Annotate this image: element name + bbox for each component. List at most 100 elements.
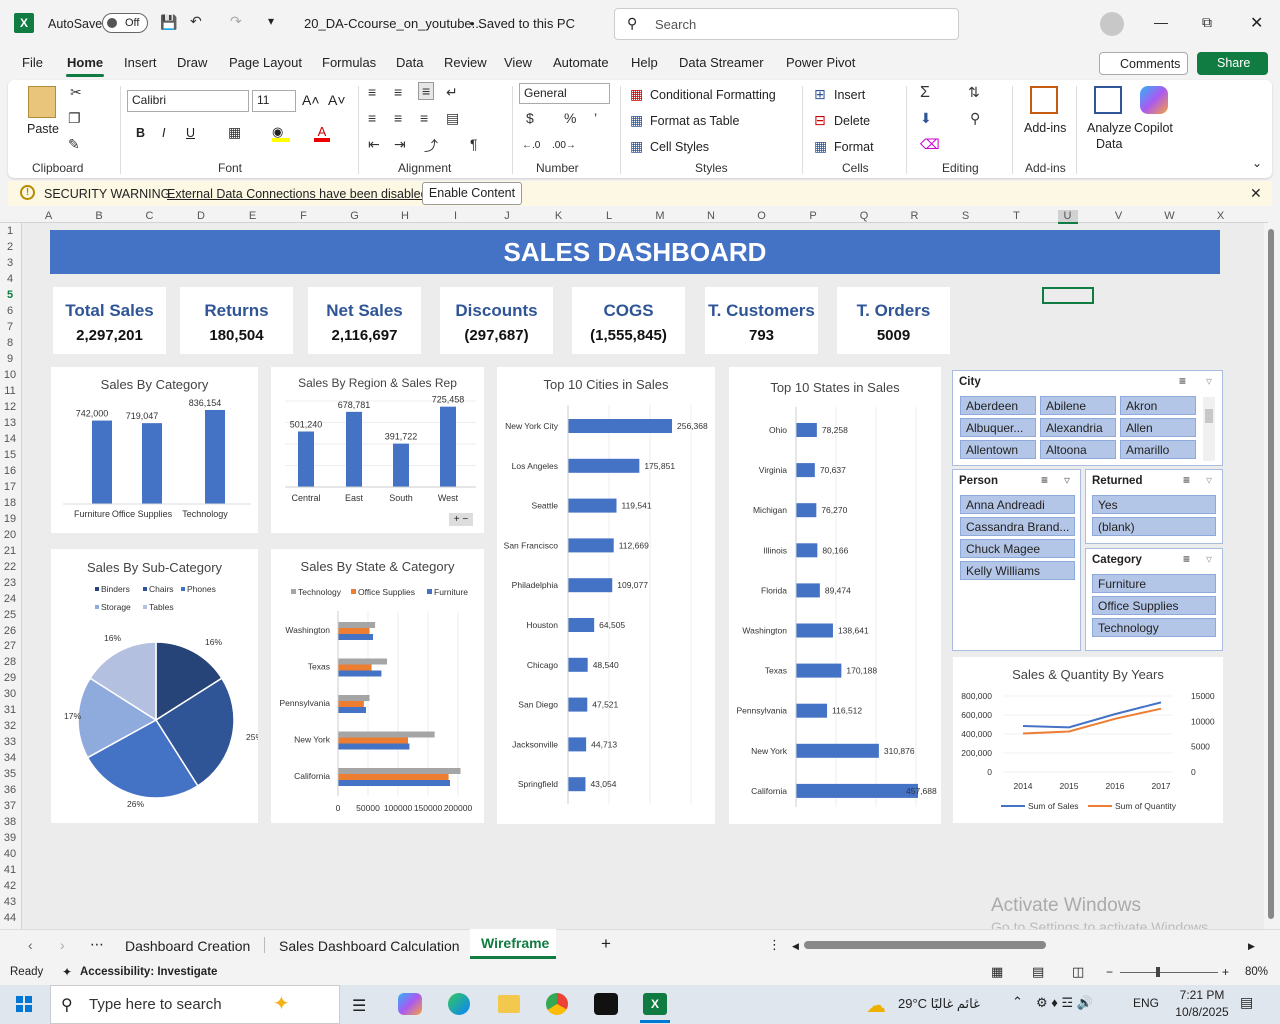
chart-sales-by-region[interactable]: Sales By Region & Sales Rep 501,240 Centr…	[271, 367, 484, 533]
text-direction-icon[interactable]: ¶	[470, 136, 478, 152]
row-header[interactable]: 11	[0, 385, 20, 397]
add-ins-button[interactable]: Add-ins	[1024, 121, 1066, 135]
accessibility-status[interactable]: Accessibility: Investigate	[80, 966, 217, 978]
font-size-select[interactable]: 11	[252, 90, 296, 112]
column-header[interactable]: J	[497, 210, 517, 222]
row-header[interactable]: 12	[0, 401, 20, 413]
align-bottom-icon[interactable]: ≡	[418, 82, 435, 100]
autosave-toggle[interactable]: Off	[102, 13, 148, 33]
paste-icon[interactable]	[28, 86, 56, 118]
menu-file[interactable]: File	[22, 55, 43, 70]
menu-data[interactable]: Data	[396, 55, 423, 70]
slicer-item-person[interactable]: Anna Andreadi	[960, 495, 1075, 514]
format-cells-icon[interactable]: ▦	[814, 138, 827, 155]
row-header[interactable]: 7	[0, 321, 20, 333]
underline-button[interactable]: U	[186, 126, 195, 140]
row-header[interactable]: 37	[0, 800, 20, 812]
row-header[interactable]: 23	[0, 577, 20, 589]
row-header[interactable]: 8	[0, 337, 20, 349]
align-center-icon[interactable]: ≡	[394, 110, 402, 126]
paste-label[interactable]: Paste	[27, 122, 59, 136]
row-header[interactable]: 42	[0, 880, 20, 892]
enable-content-button[interactable]: Enable Content	[422, 182, 522, 205]
slicer-item-city[interactable]: Amarillo	[1120, 440, 1196, 459]
taskbar-search[interactable]: ⚲ Type here to search ✦	[50, 985, 340, 1024]
windows-start-icon[interactable]	[16, 996, 32, 1012]
borders-icon[interactable]: ▦	[228, 124, 241, 141]
excel-taskbar-icon[interactable]: X	[643, 993, 667, 1015]
column-header[interactable]: N	[701, 210, 721, 222]
show-hidden-icons[interactable]: ⌃	[1012, 994, 1023, 1010]
slicer-category[interactable]: Category ≡ ▿ Furniture Office Supplies Tec…	[1085, 548, 1223, 651]
multi-select-icon[interactable]: ≡	[1183, 473, 1190, 487]
file-explorer-icon[interactable]	[498, 995, 520, 1013]
chart-sales-quantity-years[interactable]: Sales & Quantity By Years 800,000 600,000…	[953, 657, 1223, 823]
row-header[interactable]: 20	[0, 529, 20, 541]
chart-sales-by-subcategory[interactable]: Sales By Sub-Category Binders Chairs Phone…	[51, 549, 258, 823]
zoom-out-icon[interactable]: −	[1106, 965, 1113, 979]
edge-icon[interactable]	[448, 993, 470, 1015]
comments-button[interactable]: Comments	[1099, 52, 1188, 75]
more-sheets-icon[interactable]: ⋯	[90, 936, 104, 953]
multi-select-icon[interactable]: ≡	[1041, 473, 1048, 487]
merge-center-icon[interactable]: ▤	[446, 110, 459, 127]
menu-draw[interactable]: Draw	[177, 55, 207, 70]
menu-power-pivot[interactable]: Power Pivot	[786, 55, 855, 70]
column-header[interactable]: T	[1007, 210, 1027, 222]
slicer-item-person[interactable]: Cassandra Brand...	[960, 517, 1075, 536]
conditional-formatting-button[interactable]: Conditional Formatting	[650, 88, 776, 102]
add-sheet-icon[interactable]: +	[601, 934, 611, 954]
clock-time[interactable]: 7:21 PM	[1174, 988, 1230, 1002]
clock-date[interactable]: 10/8/2025	[1170, 1005, 1234, 1019]
slicer-item-city[interactable]: Abilene	[1040, 396, 1116, 415]
clear-icon[interactable]: ⌫	[920, 136, 940, 153]
clear-filter-icon[interactable]: ▿	[1206, 374, 1212, 388]
scroll-right-icon[interactable]: ▶	[1248, 941, 1255, 952]
decrease-font-icon[interactable]: A˅	[328, 92, 346, 108]
row-header[interactable]: 34	[0, 752, 20, 764]
copilot-icon[interactable]	[1140, 86, 1168, 114]
conditional-formatting-icon[interactable]: ▦	[630, 86, 643, 103]
format-table-icon[interactable]: ▦	[630, 112, 643, 129]
row-header[interactable]: 44	[0, 912, 20, 924]
row-header[interactable]: 15	[0, 449, 20, 461]
row-header[interactable]: 21	[0, 545, 20, 557]
column-header[interactable]: H	[395, 210, 415, 222]
menu-data-streamer[interactable]: Data Streamer	[679, 55, 764, 70]
number-format-select[interactable]: General	[519, 83, 610, 104]
normal-view-icon[interactable]: ▦	[991, 964, 1003, 980]
avatar[interactable]	[1100, 12, 1124, 36]
insert-cells-icon[interactable]: ⊞	[814, 86, 826, 103]
slicer-item-category[interactable]: Office Supplies	[1092, 596, 1216, 615]
copy-icon[interactable]: ❐	[68, 110, 81, 127]
column-header[interactable]: F	[294, 210, 314, 222]
row-header[interactable]: 41	[0, 864, 20, 876]
slicer-city[interactable]: City ≡ ▿ Aberdeen Abilene Akron Albuquer...…	[952, 370, 1223, 466]
column-header[interactable]: P	[803, 210, 823, 222]
weather-text[interactable]: 29°C غائم غالبًا	[898, 996, 980, 1012]
save-icon[interactable]: 💾	[160, 14, 177, 31]
tab-wireframe-label[interactable]: Wireframe	[481, 935, 549, 951]
slicer-item-category[interactable]: Furniture	[1092, 574, 1216, 593]
chart-top-cities[interactable]: Top 10 Cities in Sales 256,368 New York C…	[497, 367, 715, 824]
clear-filter-icon[interactable]: ▿	[1206, 473, 1212, 487]
column-header[interactable]: R	[905, 210, 925, 222]
security-warning-message[interactable]: External Data Connections have been disa…	[167, 187, 428, 201]
menu-help[interactable]: Help	[631, 55, 658, 70]
chrome-icon[interactable]	[546, 993, 568, 1015]
insert-cells-button[interactable]: Insert	[834, 88, 865, 102]
column-header[interactable]: V	[1109, 210, 1129, 222]
cell-styles-icon[interactable]: ▦	[630, 138, 643, 155]
slicer-item-person[interactable]: Chuck Magee	[960, 539, 1075, 558]
slicer-item-city[interactable]: Albuquer...	[960, 418, 1036, 437]
scroll-left-icon[interactable]: ◀	[792, 941, 799, 952]
column-header[interactable]: K	[549, 210, 569, 222]
row-header[interactable]: 2	[0, 241, 20, 253]
row-header[interactable]: 31	[0, 704, 20, 716]
task-view-icon[interactable]: ☰	[352, 996, 366, 1016]
column-header[interactable]: I	[446, 210, 466, 222]
horizontal-scrollbar[interactable]	[804, 941, 1046, 949]
orientation-icon[interactable]: ⤴	[424, 136, 438, 156]
menu-review[interactable]: Review	[444, 55, 487, 70]
decrease-decimal-icon[interactable]: .00→	[552, 140, 576, 151]
